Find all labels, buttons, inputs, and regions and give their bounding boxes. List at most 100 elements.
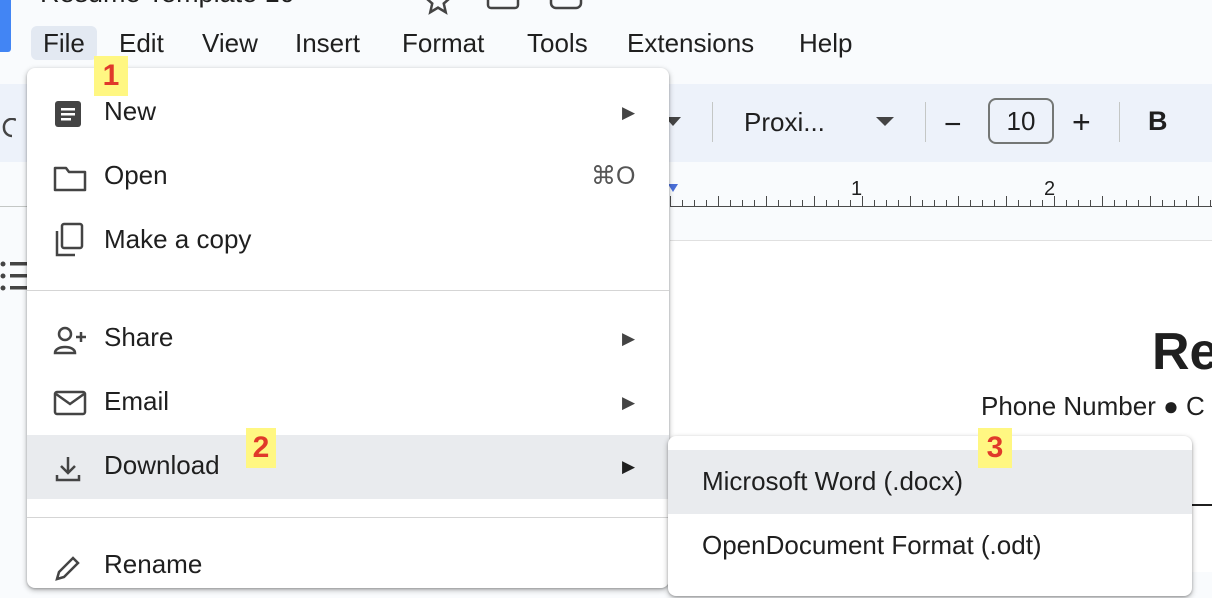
- star-icon[interactable]: [423, 0, 453, 21]
- bold-button[interactable]: B: [1148, 106, 1168, 137]
- menu-item-label: Email: [104, 386, 170, 416]
- ruler-tick: [730, 200, 731, 206]
- font-family-select[interactable]: Proxi...: [744, 107, 825, 138]
- menu-item-label: Make a copy: [104, 224, 252, 254]
- ruler-baseline: [670, 206, 1212, 207]
- page-edge: [670, 240, 1212, 241]
- ruler-tick: [862, 196, 863, 206]
- decrease-font-size-button[interactable]: −: [944, 108, 962, 142]
- ruler-tick: [1090, 200, 1091, 206]
- ruler-tick: [1102, 196, 1103, 206]
- ruler-tick: [814, 196, 815, 206]
- file-menu: New ▶ Open ⌘O Make a copy Share ▶ Email …: [27, 68, 669, 588]
- ruler-tick: [766, 196, 767, 206]
- ruler-tick: [874, 200, 875, 206]
- cloud-status-icon[interactable]: [549, 0, 583, 15]
- ruler-tick: [778, 200, 779, 206]
- ruler-tick: [682, 200, 683, 206]
- ruler-tick: [718, 196, 719, 206]
- ruler-tick: [994, 200, 995, 206]
- ruler-tick: [1198, 196, 1199, 206]
- ruler-tick: [1078, 200, 1079, 206]
- increase-font-size-button[interactable]: +: [1072, 104, 1091, 141]
- ruler-tick: [1018, 200, 1019, 206]
- document-title[interactable]: Resume Template 10: [40, 0, 295, 9]
- ruler-tick: [754, 200, 755, 206]
- indent-marker-icon[interactable]: [668, 184, 678, 192]
- toolbar-divider: [925, 102, 926, 142]
- menu-item-download[interactable]: Download ▶: [27, 435, 669, 499]
- download-icon: [53, 454, 85, 482]
- submenu-arrow-icon: ▶: [622, 103, 636, 122]
- folder-icon: [53, 164, 87, 192]
- keyboard-shortcut: ⌘O: [591, 162, 636, 190]
- add-person-icon: [53, 326, 86, 355]
- document-rule: [1190, 504, 1212, 506]
- ruler-tick: [1066, 200, 1067, 206]
- menu-item-label: Download: [104, 450, 220, 480]
- ruler-tick: [970, 200, 971, 206]
- menu-item-share[interactable]: Share ▶: [27, 307, 669, 371]
- ruler-tick: [706, 200, 707, 206]
- ruler-tick: [838, 200, 839, 206]
- copy-icon: [53, 222, 85, 257]
- font-size-input[interactable]: 10: [988, 98, 1054, 144]
- outline-icon[interactable]: [0, 260, 28, 299]
- ruler-tick: [958, 196, 959, 206]
- menu-item-label: Rename: [104, 549, 203, 579]
- download-option-docx[interactable]: Microsoft Word (.docx): [668, 450, 1192, 514]
- ruler-tick: [1150, 196, 1151, 206]
- ruler-tick: [802, 200, 803, 206]
- undo-icon[interactable]: [0, 117, 17, 143]
- menu-view[interactable]: View: [190, 26, 270, 60]
- menu-help[interactable]: Help: [787, 26, 864, 60]
- ruler-tick: [670, 196, 671, 206]
- chevron-down-icon[interactable]: [876, 114, 894, 132]
- menu-divider: [27, 517, 669, 518]
- menu-item-label: Open: [104, 160, 168, 190]
- ruler-tick: [922, 200, 923, 206]
- ruler-tick: [1042, 200, 1043, 206]
- menu-edit[interactable]: Edit: [107, 26, 176, 60]
- submenu-arrow-icon: ▶: [622, 393, 636, 412]
- ruler-tick: [898, 200, 899, 206]
- ruler-tick: [826, 200, 827, 206]
- divider: [0, 206, 28, 207]
- download-option-odt[interactable]: OpenDocument Format (.odt): [668, 514, 1192, 578]
- menu-file[interactable]: File: [31, 26, 97, 60]
- ruler-tick: [1186, 200, 1187, 206]
- ruler-tick: [1138, 200, 1139, 206]
- pencil-icon: [53, 553, 85, 581]
- ruler-tick: [1210, 200, 1211, 206]
- ruler-tick: [910, 196, 911, 206]
- move-to-folder-icon[interactable]: [486, 0, 520, 15]
- toolbar-divider: [1119, 102, 1120, 142]
- ruler-label: 1: [851, 178, 863, 200]
- menu-item-label: New: [104, 96, 157, 126]
- step-badge: 2: [246, 428, 276, 468]
- mail-icon: [53, 390, 87, 416]
- step-badge: 3: [978, 428, 1012, 468]
- menu-item-email[interactable]: Email ▶: [27, 371, 669, 435]
- menu-tools[interactable]: Tools: [515, 26, 600, 60]
- toolbar-divider: [712, 102, 713, 142]
- document-heading[interactable]: Re: [1152, 322, 1212, 382]
- menu-insert[interactable]: Insert: [283, 26, 372, 60]
- ruler-tick: [1114, 200, 1115, 206]
- ruler-tick: [982, 200, 983, 206]
- menu-item-make-a-copy[interactable]: Make a copy: [27, 209, 669, 273]
- document-contact-line[interactable]: Phone Number ● C: [981, 391, 1205, 422]
- docs-logo[interactable]: [0, 0, 11, 52]
- menu-item-rename[interactable]: Rename: [27, 534, 669, 598]
- menu-extensions[interactable]: Extensions: [615, 26, 766, 60]
- menu-item-label: Share: [104, 322, 174, 352]
- submenu-arrow-icon: ▶: [622, 457, 636, 476]
- ruler-tick: [1174, 200, 1175, 206]
- ruler-tick: [1006, 196, 1007, 206]
- ruler-tick: [946, 200, 947, 206]
- menu-item-label: Microsoft Word (.docx): [702, 466, 964, 496]
- ruler-tick: [742, 200, 743, 206]
- submenu-arrow-icon: ▶: [622, 329, 636, 348]
- menu-item-open[interactable]: Open ⌘O: [27, 145, 669, 209]
- menu-format[interactable]: Format: [390, 26, 496, 60]
